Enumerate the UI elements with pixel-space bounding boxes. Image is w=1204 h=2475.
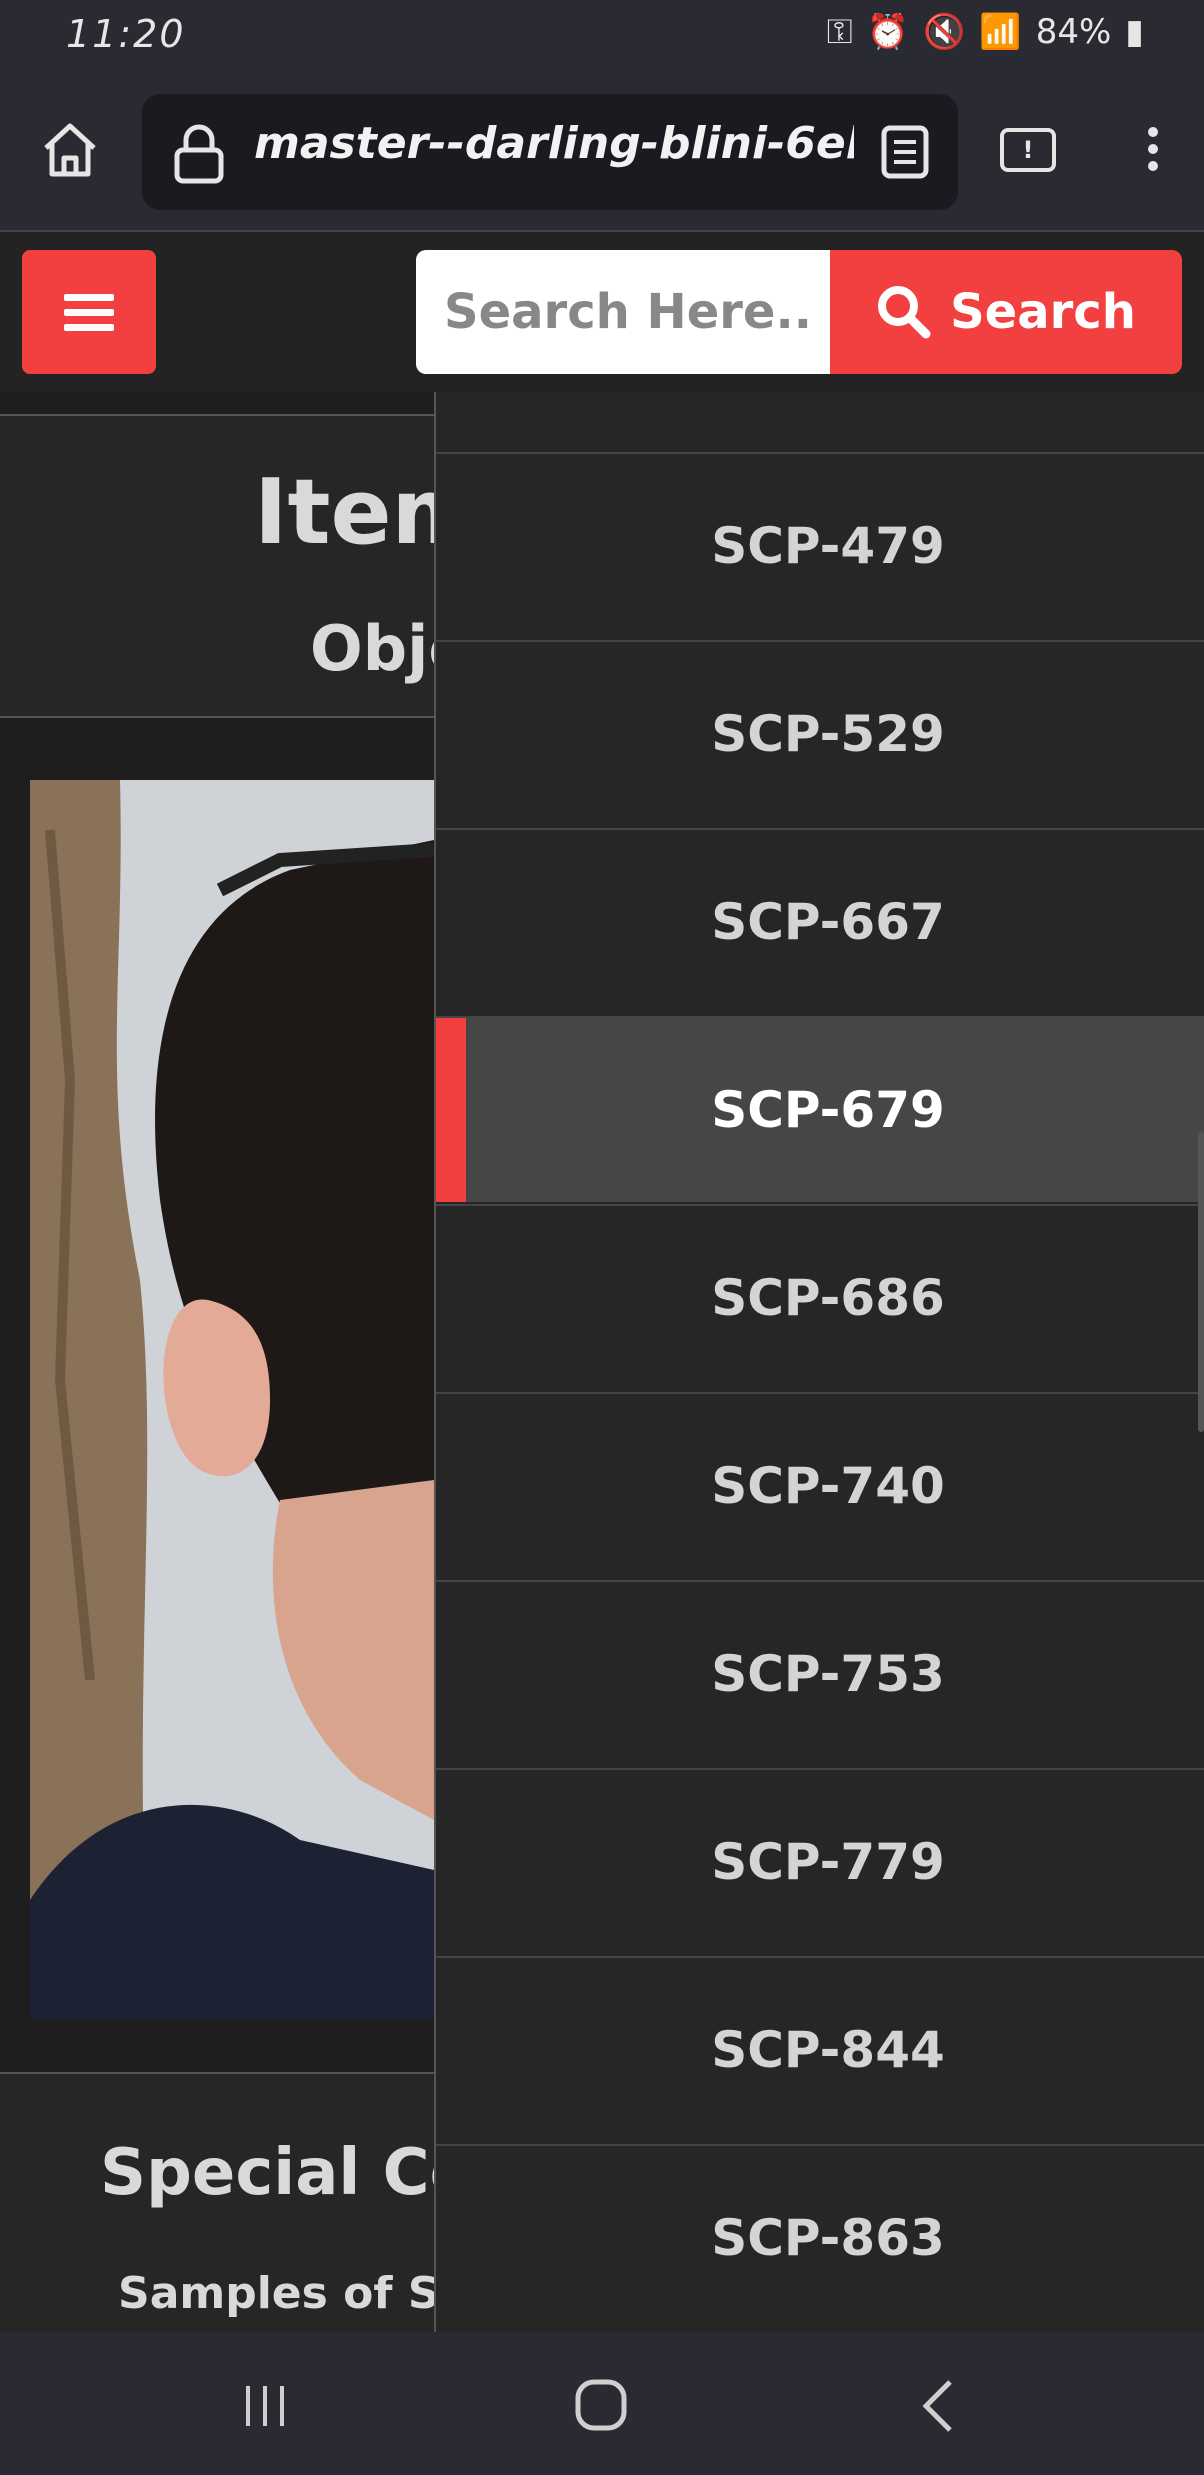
dropdown-item-label: SCP-686 (711, 1269, 945, 1327)
status-icons: ⚿ ⏰ 🔇 📶 84% ▮ (827, 12, 1144, 52)
special-containment-text: Samples of SCP (118, 2268, 434, 2319)
home-icon[interactable] (38, 118, 102, 182)
dropdown-item-label: SCP-753 (711, 1645, 945, 1703)
mute-icon: 🔇 (923, 12, 966, 52)
dropdown-item[interactable]: SCP-753 (436, 1580, 1204, 1766)
dropdown-item[interactable]: SCP-667 (436, 828, 1204, 1014)
search-input[interactable] (416, 250, 836, 374)
dropdown-item[interactable]: SCP-679 (436, 1016, 1204, 1202)
dropdown-item[interactable]: SCP-529 (436, 640, 1204, 826)
scp-photo (30, 780, 434, 2020)
reader-mode-icon[interactable] (880, 124, 930, 180)
browser-toolbar: master--darling-blini-6eb ! (0, 70, 1204, 232)
system-nav-bar (0, 2332, 1204, 2475)
url-text: master--darling-blini-6eb (254, 118, 854, 169)
battery-percentage: 84% (1035, 12, 1112, 52)
main-content: Item #: Object Class Special Containment… (0, 392, 434, 2332)
search-button-label: Search (950, 284, 1136, 340)
dropdown-item-label: SCP-679 (711, 1081, 945, 1139)
dropdown-item[interactable]: SCP-686 (436, 1204, 1204, 1390)
dropdown-item[interactable]: SCP-740 (436, 1392, 1204, 1578)
dropdown-item-label: SCP-740 (711, 1457, 945, 1515)
wifi-icon: 📶 (979, 12, 1022, 52)
dropdown-item-label: SCP-529 (711, 705, 945, 763)
tabs-icon[interactable]: ! (1000, 128, 1056, 172)
site-header: Search (0, 232, 1204, 394)
status-time: 11:20 (66, 12, 186, 56)
hamburger-menu-button[interactable] (22, 250, 156, 374)
nav-home-icon[interactable] (574, 2378, 628, 2432)
search-button[interactable]: Search (830, 250, 1182, 374)
status-bar: 11:20 ⚿ ⏰ 🔇 📶 84% ▮ (0, 0, 1204, 70)
lock-icon (174, 124, 224, 184)
dropdown-item[interactable]: SCP-779 (436, 1768, 1204, 1954)
more-menu-icon[interactable] (1138, 120, 1168, 184)
battery-icon: ▮ (1125, 12, 1144, 52)
dropdown-item-label: SCP-667 (711, 893, 945, 951)
scp-dropdown-menu: SCP-479 SCP-529 SCP-667 SCP-679 SCP-686 SCP-7… (434, 392, 1204, 2332)
dropdown-item-label: SCP-479 (711, 517, 945, 575)
dropdown-item[interactable]: SCP-863 (436, 2144, 1204, 2330)
search-icon (878, 286, 931, 339)
back-icon[interactable] (920, 2378, 956, 2434)
dropdown-item[interactable]: SCP-844 (436, 1956, 1204, 2142)
dropdown-item-label: SCP-779 (711, 1833, 945, 1891)
item-header-box: Item #: Object Class (0, 414, 434, 718)
special-containment-title: Special Containment Procedures (100, 2136, 434, 2210)
dropdown-scrollbar[interactable] (1198, 1132, 1204, 1432)
dropdown-item-label: SCP-863 (711, 2209, 945, 2267)
object-class: Object Class (310, 612, 434, 685)
dropdown-item[interactable]: SCP-479 (436, 452, 1204, 638)
key-icon: ⚿ (826, 12, 853, 52)
recent-apps-icon[interactable] (240, 2384, 290, 2428)
alarm-icon: ⏰ (866, 12, 910, 52)
item-title: Item #: (254, 460, 434, 565)
dropdown-item-label: SCP-844 (711, 2021, 945, 2079)
url-bar[interactable]: master--darling-blini-6eb (142, 94, 958, 210)
special-containment-box: Special Containment Procedures Samples o… (0, 2072, 434, 2332)
